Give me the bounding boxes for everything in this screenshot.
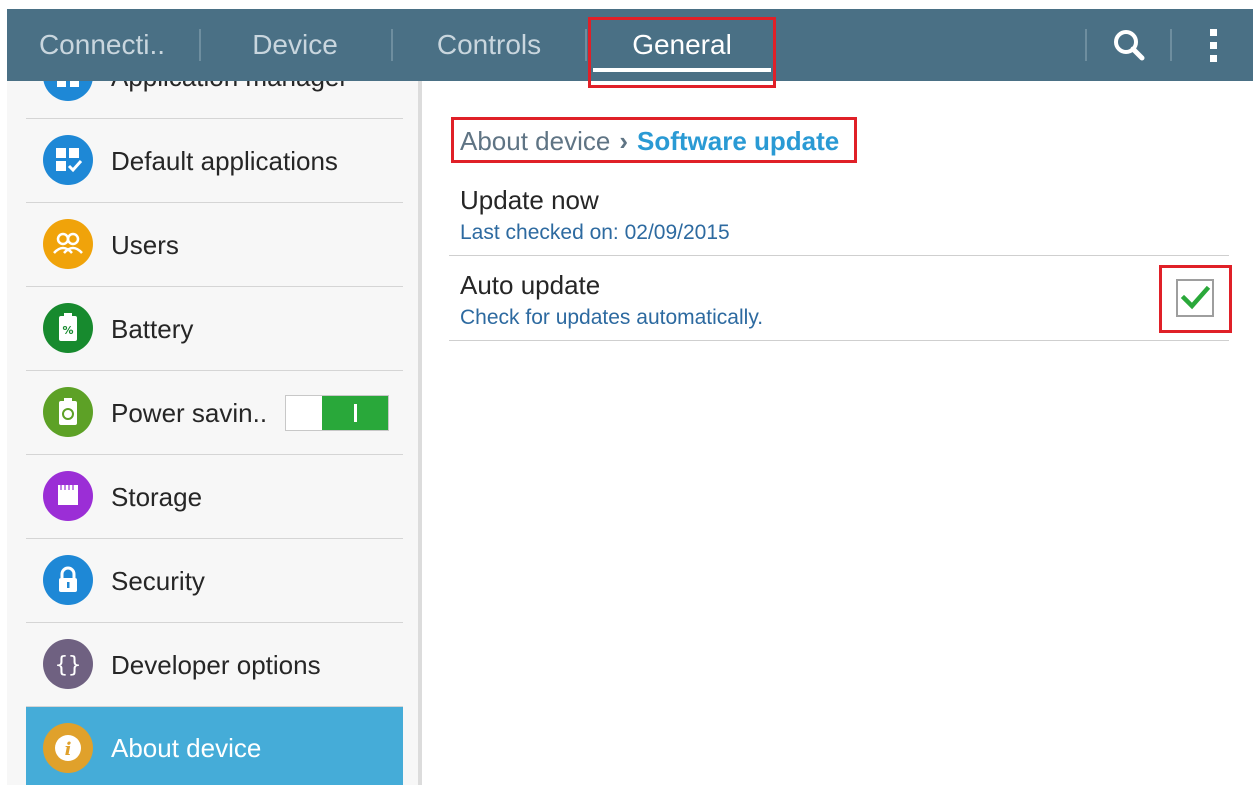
tab-divider — [199, 29, 201, 61]
power-saving-toggle[interactable] — [285, 395, 389, 431]
setting-title: Auto update — [460, 270, 601, 300]
battery-icon: % — [43, 303, 93, 353]
setting-subtitle: Check for updates automatically. — [460, 306, 764, 329]
tab-divider — [391, 29, 393, 61]
auto-update-checkbox[interactable] — [1176, 279, 1214, 317]
chevron-right-icon: › — [619, 126, 628, 156]
sidebar-item-label: Storage — [111, 482, 203, 512]
setting-title: Update now — [460, 185, 599, 215]
tab-general[interactable]: General — [589, 9, 775, 81]
toggle-knob — [354, 404, 357, 422]
lock-icon — [43, 555, 93, 605]
sidebar-item-label: Default applications — [111, 146, 338, 176]
sidebar-item-default-applications[interactable]: Default applications — [26, 119, 403, 203]
toolbar-divider — [1170, 29, 1172, 61]
active-tab-indicator — [593, 68, 771, 72]
power-saving-icon — [43, 387, 93, 437]
breadcrumb: About device › Software update — [460, 122, 839, 160]
svg-text:i: i — [65, 739, 72, 760]
svg-text:{}: {} — [55, 653, 82, 678]
checkmark-icon — [1180, 285, 1211, 310]
toggle-on-track — [322, 396, 388, 430]
breadcrumb-parent[interactable]: About device — [460, 126, 610, 156]
update-now-row[interactable]: Update now Last checked on: 02/09/2015 — [449, 171, 1229, 256]
sidebar-item-label: Developer options — [111, 650, 321, 680]
sidebar-item-users[interactable]: Users — [26, 203, 403, 287]
storage-icon — [43, 471, 93, 521]
default-applications-icon — [43, 135, 93, 185]
application-manager-icon — [43, 81, 93, 101]
tab-controls[interactable]: Controls — [395, 9, 583, 81]
tab-general-label: General — [632, 29, 732, 60]
developer-options-icon: {} — [43, 639, 93, 689]
auto-update-row[interactable]: Auto update Check for updates automatica… — [449, 256, 1229, 341]
sidebar-item-label: Application manager — [111, 81, 348, 119]
sidebar-item-security[interactable]: Security — [26, 539, 403, 623]
more-options-button[interactable] — [1183, 9, 1243, 81]
sidebar-item-label: Users — [111, 230, 179, 260]
sidebar-item-battery[interactable]: % Battery — [26, 287, 403, 371]
settings-sidebar[interactable]: Application manager Default applications… — [7, 81, 420, 785]
sidebar-item-label: About device — [111, 733, 262, 763]
sidebar-item-label: Power savin.. — [111, 398, 268, 428]
sidebar-item-label: Security — [111, 566, 205, 596]
breadcrumb-current: Software update — [637, 126, 840, 156]
sidebar-item-developer-options[interactable]: {} Developer options — [26, 623, 403, 707]
sidebar-item-storage[interactable]: Storage — [26, 455, 403, 539]
more-vert-icon — [1210, 29, 1217, 62]
toolbar-divider — [1085, 29, 1087, 61]
users-icon — [43, 219, 93, 269]
sidebar-item-power-saving[interactable]: Power savin.. — [26, 371, 403, 455]
tab-divider — [585, 29, 587, 61]
info-icon: i — [43, 723, 93, 773]
setting-subtitle: Last checked on: 02/09/2015 — [460, 221, 730, 244]
tab-connections[interactable]: Connecti.. — [7, 9, 197, 81]
sidebar-divider — [418, 81, 422, 785]
sidebar-item-label: Battery — [111, 314, 194, 344]
sidebar-item-application-manager[interactable]: Application manager — [26, 81, 403, 119]
svg-text:%: % — [62, 324, 73, 337]
tab-device[interactable]: Device — [203, 9, 387, 81]
search-button[interactable] — [1099, 9, 1159, 81]
top-tab-bar: Connecti.. Device Controls General — [7, 9, 1253, 81]
search-icon — [1114, 30, 1145, 61]
sidebar-item-about-device[interactable]: i About device — [26, 707, 403, 785]
